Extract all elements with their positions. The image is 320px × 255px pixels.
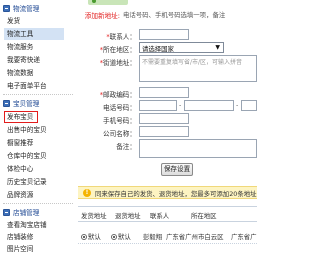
row-region: 广东省广州市白云区	[166, 233, 224, 241]
phone-separator: -	[179, 101, 182, 109]
dropdown-arrow-icon: ▼	[215, 44, 220, 51]
sidebar-divider	[3, 94, 73, 95]
main-content: 添加新地址: 电话号码、手机号码选填一项，备注 *联系人： *所在地区： 请选择…	[78, 0, 257, 253]
phone-separator: -	[236, 101, 239, 109]
sidebar-group-title: 宝贝管理	[13, 100, 40, 108]
address-table-header: 发货地址 退货地址 联系人 所在地区	[78, 206, 257, 222]
logistics-icon	[3, 4, 10, 12]
sidebar-group-items[interactable]: 宝贝管理	[3, 98, 39, 108]
col-return-address: 退货地址	[115, 212, 141, 220]
address-hint: 电话号码、手机号码选填一项，备注	[123, 11, 226, 19]
sidebar-item-publish[interactable]: 发布宝贝	[4, 111, 38, 123]
sidebar-item-image-space[interactable]: 图片空间	[4, 243, 74, 255]
address-notice: ! 同来保存自己的发货、退货地址，您最多可添加20条地址	[78, 186, 257, 199]
item-manage-icon	[3, 99, 10, 107]
sidebar-item-send-express[interactable]: 我要寄快递	[4, 54, 74, 66]
row-contact: 彭毅翔	[143, 233, 163, 241]
sidebar: 物流管理 发货 物流工具 物流服务 我要寄快递 物流数据 电子面单平台 宝贝管理…	[0, 0, 78, 253]
shop-manage-icon	[3, 208, 10, 216]
default-return-radio-wrap[interactable]: 默认	[111, 232, 131, 241]
phone-ext-input[interactable]	[241, 100, 257, 111]
col-contact: 联系人	[150, 212, 170, 220]
mobile-input[interactable]	[139, 113, 189, 124]
company-input[interactable]	[139, 126, 189, 137]
sidebar-item-e-waybill[interactable]: 电子面单平台	[4, 80, 74, 92]
row-address: 广东省广	[231, 233, 257, 241]
add-address-label: 添加新地址:	[84, 12, 120, 20]
sidebar-group-title: 物流管理	[13, 5, 40, 13]
sidebar-item-ship[interactable]: 发货	[4, 15, 74, 27]
sidebar-item-decorate[interactable]: 店铺装修	[4, 231, 74, 243]
sidebar-item-logistics-tools[interactable]: 物流工具	[4, 28, 64, 40]
phone-label: 电话号码：	[103, 104, 136, 112]
zip-label: 邮政编码：	[103, 91, 136, 99]
notice-text: 同来保存自己的发货、退货地址，您最多可添加20条地址	[95, 190, 257, 198]
region-label-wrap: *所在地区：	[86, 44, 136, 54]
sidebar-item-checkup[interactable]: 体检中心	[4, 163, 74, 175]
default-return-label: 默认	[118, 233, 131, 241]
region-label: 所在地区：	[103, 46, 136, 54]
banner-logo	[88, 0, 128, 5]
contact-label-wrap: *联系人：	[86, 31, 136, 41]
region-select[interactable]: 请选择国家 ▼	[139, 42, 224, 53]
remark-textarea[interactable]	[139, 139, 257, 158]
company-label: 公司名称：	[103, 130, 136, 138]
sidebar-item-logistics-service[interactable]: 物流服务	[4, 41, 74, 53]
sidebar-group-shop[interactable]: 店铺管理	[3, 207, 39, 217]
col-send-address: 发货地址	[81, 212, 107, 220]
sidebar-divider	[3, 203, 73, 204]
contact-label: 联系人：	[109, 33, 136, 41]
zip-label-wrap: *邮政编码：	[86, 89, 136, 99]
sidebar-item-logistics-data[interactable]: 物流数据	[4, 67, 74, 79]
default-send-label: 默认	[88, 233, 101, 241]
street-label: 街道地址：	[103, 59, 136, 67]
sidebar-item-warehouse[interactable]: 仓库中的宝贝	[4, 150, 74, 162]
warning-icon: !	[83, 189, 91, 197]
contact-input[interactable]	[139, 29, 189, 40]
street-label-wrap: *街道地址：	[86, 57, 136, 67]
sidebar-item-brand[interactable]: 品牌资源	[4, 189, 74, 201]
region-select-value: 请选择国家	[142, 45, 174, 53]
sidebar-item-history[interactable]: 历史宝贝记录	[4, 176, 74, 188]
street-address-textarea[interactable]: 不需要重复填写省/市/区，可输入拼音	[139, 55, 257, 82]
sidebar-item-on-sale[interactable]: 出售中的宝贝	[4, 124, 74, 136]
col-region: 所在地区	[191, 212, 217, 220]
sidebar-item-showcase[interactable]: 橱窗推荐	[4, 137, 74, 149]
phone-number-input[interactable]	[184, 100, 234, 111]
remark-label: 备注：	[116, 143, 136, 151]
sidebar-item-view-shop[interactable]: 查看淘宝店铺	[4, 219, 74, 231]
phone-area-input[interactable]	[139, 100, 177, 111]
radio-icon[interactable]	[81, 234, 87, 240]
mobile-label: 手机号码：	[103, 117, 136, 125]
sidebar-group-title: 店铺管理	[13, 209, 40, 217]
zip-input[interactable]	[139, 87, 189, 98]
save-settings-button[interactable]: 保存设置	[161, 163, 193, 176]
radio-icon[interactable]	[111, 234, 117, 240]
sidebar-group-logistics[interactable]: 物流管理	[3, 3, 39, 13]
default-send-radio-wrap[interactable]: 默认	[81, 232, 101, 241]
table-row: 默认 默认 彭毅翔 广东省广州市白云区 广东省广	[78, 228, 257, 244]
